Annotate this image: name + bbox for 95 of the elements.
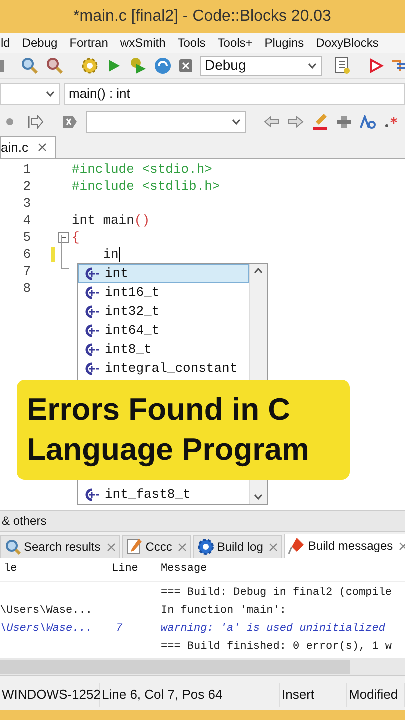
panel-tab[interactable]: Search results	[0, 535, 120, 558]
file-tab[interactable]: ain.c	[0, 136, 56, 158]
table-cell-text: \Users\Wase...	[0, 604, 94, 619]
banner-text: Errors Found in C	[27, 391, 292, 429]
text-cursor	[118, 247, 120, 262]
autocomplete-item[interactable]: integral_constant	[78, 359, 249, 378]
code-line: #include <stdlib.h>	[72, 178, 220, 196]
class-icon	[83, 362, 99, 376]
menu-item[interactable]: Plugins	[264, 34, 306, 52]
search-icon	[4, 538, 22, 556]
menu-item[interactable]: wxSmith	[119, 34, 167, 52]
table-cell-text: \Users\Wase...	[0, 622, 94, 637]
function-dropdown[interactable]: main() : int	[64, 83, 405, 105]
class-icon	[83, 488, 99, 502]
forward-arrow-icon[interactable]	[288, 116, 304, 128]
highlighter-icon[interactable]	[312, 113, 328, 131]
line-number: 3	[22, 194, 31, 213]
autocomplete-item[interactable]: int32_t	[78, 302, 249, 321]
autocomplete-item[interactable]: int_fast8_t	[78, 485, 249, 504]
status-field: WINDOWS-1252	[0, 683, 100, 707]
menu-item[interactable]: DoxyBlocks	[315, 34, 380, 52]
table-cell-text: === Build: Debug in final2 (compile	[160, 586, 394, 601]
table-cell-text: warning: 'a' is used uninitialized	[160, 622, 386, 637]
panel-tab[interactable]: Build log	[193, 535, 282, 558]
close-icon[interactable]	[178, 542, 188, 552]
panel-title: & others	[1, 513, 47, 530]
caret-icon	[232, 119, 241, 125]
caret-icon	[46, 91, 55, 97]
column-header[interactable]: Message	[157, 561, 405, 578]
column-header[interactable]: Line	[108, 561, 157, 578]
autocomplete-item[interactable]: int16_t	[78, 283, 249, 302]
line-number: 4	[22, 212, 31, 230]
jump-icon[interactable]	[28, 115, 44, 129]
line-number: 6	[22, 246, 31, 264]
line-number: 2	[22, 178, 31, 196]
scroll-up-icon	[254, 268, 263, 274]
line-number: 8	[22, 280, 31, 298]
class-icon	[83, 266, 99, 280]
status-field: Line 6, Col 7, Pos 64	[100, 683, 280, 707]
code-line: #include <stdio.h>	[72, 160, 212, 179]
menu-item[interactable]: Tools	[176, 34, 207, 52]
code-line: {	[72, 228, 80, 247]
class-icon	[83, 286, 99, 300]
rebuild-icon[interactable]	[154, 56, 172, 74]
code-line: int main()	[72, 212, 150, 230]
search-icon[interactable]	[21, 56, 39, 74]
back-arrow-icon[interactable]	[264, 116, 280, 128]
table-cell-text: === Build finished: 0 error(s), 1 w	[160, 640, 394, 655]
build-target-dropdown[interactable]: Debug	[200, 56, 322, 76]
line-number: 7	[22, 262, 31, 281]
caret-icon	[308, 62, 317, 68]
panel-tab[interactable]: Cccc	[122, 535, 192, 558]
fold-line	[61, 235, 69, 269]
close-icon[interactable]	[106, 542, 116, 552]
pencil-icon	[126, 538, 144, 556]
stop-icon[interactable]	[179, 58, 193, 72]
regex-icon[interactable]	[384, 115, 398, 129]
fold-icon[interactable]	[58, 232, 69, 243]
toolbar-icon[interactable]	[0, 58, 6, 74]
build-run-icon[interactable]	[129, 56, 147, 74]
panel-tab[interactable]: Build messages	[284, 534, 405, 558]
breakpoint-icon[interactable]	[6, 118, 14, 126]
autocomplete-item[interactable]: int	[78, 264, 249, 283]
bookmark-icon[interactable]	[62, 115, 78, 129]
class-icon	[83, 324, 99, 338]
close-icon[interactable]	[269, 542, 278, 552]
close-icon[interactable]	[38, 143, 48, 152]
status-field: Modified	[347, 683, 405, 707]
column-header[interactable]: le	[0, 561, 108, 578]
gear-icon[interactable]	[81, 56, 99, 74]
autocomplete-item[interactable]: int8_t	[78, 340, 249, 359]
run-icon[interactable]	[106, 58, 122, 74]
window-title: *main.c [final2] - Code::Blocks 20.03	[74, 6, 332, 26]
scrollbar-thumb[interactable]	[0, 660, 350, 674]
menu-item[interactable]: Debug	[21, 34, 59, 52]
document-icon[interactable]	[335, 56, 351, 74]
debug-icon[interactable]	[368, 58, 384, 74]
search-input-field[interactable]	[86, 111, 246, 133]
search-replace-icon[interactable]	[46, 56, 64, 74]
code-line: in	[102, 246, 119, 264]
menu-item[interactable]: Fortran	[68, 34, 110, 52]
line-number: 5	[22, 228, 31, 247]
class-icon	[83, 304, 99, 318]
table-cell-text: In function 'main':	[160, 604, 288, 619]
status-field: Insert	[280, 683, 347, 707]
scroll-down-icon	[254, 494, 263, 500]
banner-text: Language Program	[27, 431, 310, 469]
class-icon	[83, 342, 99, 356]
gear-icon	[197, 538, 216, 556]
line-number: 1	[22, 160, 31, 179]
autocomplete-item[interactable]: int64_t	[78, 321, 249, 340]
match-case-icon[interactable]	[360, 115, 376, 129]
table-cell-text: 7	[115, 622, 124, 637]
menu-item[interactable]: ld	[0, 34, 12, 52]
menu-item[interactable]: Tools+	[216, 34, 254, 52]
